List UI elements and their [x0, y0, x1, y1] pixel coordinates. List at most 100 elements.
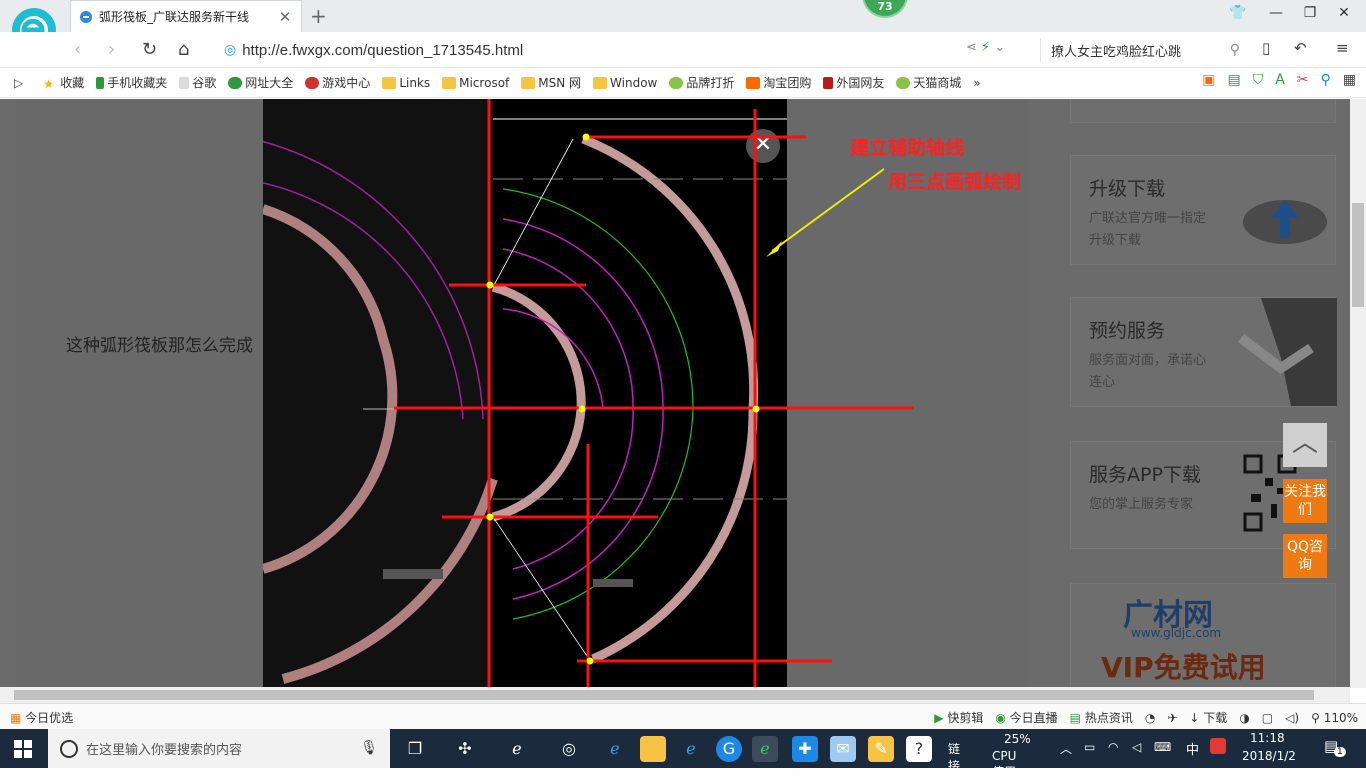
zoom-level: 110% [1323, 710, 1358, 725]
undo-icon[interactable]: ↶ [1294, 39, 1307, 57]
fav-item[interactable]: 天猫商城 [896, 74, 961, 91]
fav-label: 收藏 [60, 76, 85, 90]
fav-item[interactable]: 品牌打折 [669, 74, 734, 91]
ime-indicator[interactable]: 中 [1186, 739, 1199, 758]
site-info-icon[interactable]: ◎ [224, 42, 236, 58]
fav-item[interactable]: 手机收藏夹 [96, 74, 167, 91]
download-button[interactable]: ↓ 下载 [1189, 709, 1227, 726]
shirt-icon[interactable]: 👕 [1228, 5, 1248, 21]
sogou-ime-icon[interactable] [1210, 738, 1226, 754]
book-icon[interactable]: ▤ [1227, 72, 1240, 88]
vertical-scrollbar[interactable] [1350, 99, 1366, 688]
battery-icon[interactable]: ▭ [1084, 740, 1095, 754]
leaf-icon [896, 76, 911, 89]
keyboard-icon[interactable]: ⌨ [1154, 740, 1171, 754]
tray-chevron-icon[interactable]: ︿ [1060, 740, 1072, 757]
fav-item[interactable]: 网址大全 [228, 74, 293, 91]
fav-item[interactable]: MSN 网 [521, 74, 581, 91]
back-icon[interactable]: ‹ [74, 39, 81, 60]
search-icon[interactable]: ⚲ [1230, 42, 1240, 58]
fav-label: MSN 网 [538, 76, 582, 90]
discount-icon[interactable]: ▣ [1202, 72, 1215, 88]
new-tab-icon[interactable]: + [310, 4, 327, 28]
speed-icon[interactable]: ◔ [1145, 711, 1155, 725]
url-field[interactable]: ◎ http://e.fwxgx.com/question_1713545.ht… [224, 38, 1032, 62]
volume-tray-icon[interactable]: ◁ [1132, 740, 1141, 754]
remote-desktop-icon[interactable]: ✚ [792, 736, 818, 762]
fav-item[interactable]: 淘宝团购 [746, 74, 811, 91]
scroll-thumb[interactable] [14, 690, 1314, 700]
edge-icon[interactable]: ◑ [1239, 711, 1249, 725]
sidebar-toggle-icon[interactable]: ▷ [14, 76, 23, 90]
minimize-icon[interactable]: — [1266, 5, 1286, 21]
search-box[interactable]: 撩人女主吃鸡脸红心跳 ⚲ [1040, 38, 1240, 62]
pinwheel-icon[interactable]: ✣ [452, 736, 478, 762]
glodon-icon[interactable]: G [716, 736, 742, 762]
fav-item[interactable]: 外国网友 [823, 74, 884, 91]
taskbar: 在这里输入你要搜索的内容 🎙 ❐ ✣ ℯ ◎ ℯ ℯ G ℯ ✚ ✉ ✎ ? 链… [0, 729, 1366, 779]
page-content: 这种弧形筏板那怎么完成 升级下载 广联达官方唯一指定升级下载 预约服务 服务面对… [0, 99, 1350, 687]
pin-icon[interactable]: ✈ [1167, 711, 1177, 725]
fav-label: 外国网友 [836, 76, 885, 90]
fav-item[interactable]: ★ 收藏 [43, 74, 84, 91]
notification-badge[interactable]: 73 [862, 0, 908, 18]
live-button[interactable]: ◉ 今日直播 [995, 709, 1057, 726]
link-label[interactable]: 链接 [948, 740, 960, 774]
zoom-button[interactable]: ⚲ 110% [1311, 711, 1358, 725]
status-bar: ▦ 今日优选 ▶ 快剪辑 ◉ 今日直播 ▤ 热点资讯 ◔ ✈ ↓ 下载 ◑ ▢ … [0, 703, 1366, 729]
fav-item[interactable]: Window [593, 76, 657, 90]
phone-icon[interactable]: ▯ [1262, 39, 1270, 57]
restore-icon[interactable]: ❐ [1300, 5, 1320, 21]
fav-label: 谷歌 [192, 76, 217, 90]
tab-close-icon[interactable]: ✕ [277, 8, 293, 26]
tab-active[interactable]: 弧形筏板_广联达服务新干线 ✕ [70, 0, 302, 32]
scroll-thumb[interactable] [1352, 203, 1364, 307]
scissors-icon[interactable]: ✂ [1297, 72, 1309, 88]
swirl-app-icon[interactable]: ◎ [556, 736, 582, 762]
taskbar-search[interactable]: 在这里输入你要搜索的内容 🎙 [48, 729, 390, 768]
active-browser-icon[interactable]: ℯ [752, 736, 778, 762]
microphone-icon[interactable]: 🎙 [360, 740, 378, 756]
notes-app-icon[interactable]: ✎ [868, 736, 894, 762]
window-icon[interactable]: ▢ [1262, 711, 1273, 725]
edge-browser-icon[interactable]: ℯ [602, 736, 628, 762]
quick-clip-button[interactable]: ▶ 快剪辑 [934, 709, 983, 726]
menu-icon[interactable]: ≡ [1336, 39, 1349, 57]
share-icon[interactable]: ⋖ [966, 40, 977, 55]
ie-icon[interactable]: ℯ [678, 736, 704, 762]
help-app-icon[interactable]: ? [906, 736, 932, 762]
clock-date[interactable]: 2018/1/2 [1242, 749, 1296, 763]
browser-e-icon[interactable]: ℯ [504, 736, 530, 762]
volume-icon[interactable]: ◁) [1285, 711, 1299, 725]
windows-start-icon[interactable] [8, 737, 38, 761]
horizontal-scrollbar[interactable] [0, 687, 1350, 703]
fav-item[interactable]: 谷歌 [179, 74, 216, 91]
shield-icon[interactable]: ⛉ [1253, 72, 1264, 88]
lightning-icon[interactable]: ⚡ [981, 40, 990, 55]
home-icon[interactable]: ⌂ [178, 39, 189, 60]
annotation-arc: 用三点画弧绘制 [888, 171, 1022, 193]
fav-item[interactable]: Links [382, 76, 430, 90]
more-favorites-icon[interactable]: » [973, 76, 980, 90]
forward-icon[interactable]: › [108, 39, 115, 60]
search-ext-icon[interactable]: ⚲ [1321, 72, 1331, 88]
refresh-icon[interactable]: ↻ [142, 39, 157, 60]
fav-item[interactable]: 游戏中心 [305, 74, 370, 91]
cortana-icon [60, 739, 78, 758]
news-button[interactable]: ▤ 热点资讯 [1070, 709, 1133, 726]
translate-icon[interactable]: A [1275, 72, 1285, 88]
tab-bar: 弧形筏板_广联达服务新干线 ✕ + 73 👕 — ❐ ✕ [0, 0, 1366, 56]
folder-icon [442, 76, 457, 89]
fav-label: 手机收藏夹 [107, 76, 168, 90]
file-explorer-icon[interactable] [640, 736, 666, 762]
fav-item[interactable]: Microsof [442, 76, 509, 90]
clock-time[interactable]: 11:18 [1250, 731, 1285, 745]
notification-count: 1 [1334, 747, 1346, 757]
wifi-icon[interactable]: ◠ [1108, 740, 1118, 754]
close-window-icon[interactable]: ✕ [1334, 5, 1354, 21]
today-picks[interactable]: ▦ 今日优选 [10, 709, 73, 726]
chevron-down-icon[interactable]: ⌄ [994, 40, 1005, 55]
email-app-icon[interactable]: ✉ [830, 736, 856, 762]
task-view-icon[interactable]: ❐ [402, 736, 428, 762]
apps-grid-icon[interactable]: ▦ [1343, 72, 1356, 88]
